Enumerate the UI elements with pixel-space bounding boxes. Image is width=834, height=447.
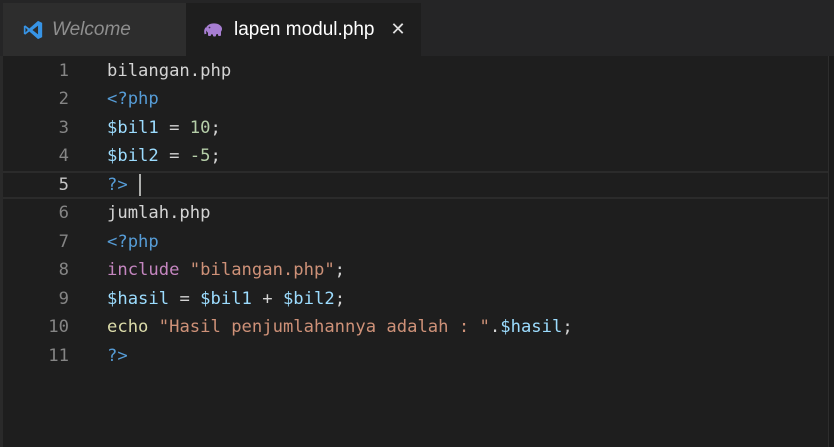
code-token: -5 bbox=[189, 146, 211, 166]
code-token: ; bbox=[210, 146, 221, 166]
line-code: ?> bbox=[107, 173, 141, 198]
code-line[interactable]: 10 echo "Hasil penjumlahannya adalah : ".… bbox=[3, 313, 829, 342]
vertical-scrollbar[interactable] bbox=[828, 56, 834, 447]
code-token: include bbox=[107, 260, 180, 280]
code-token: ; bbox=[334, 260, 346, 280]
line-number: 2 bbox=[58, 89, 69, 109]
vscode-logo-icon bbox=[22, 19, 44, 41]
code-token: = bbox=[169, 288, 201, 309]
code-token: $bil1 bbox=[107, 117, 159, 138]
code-line[interactable]: 9 $hasil = $bil1 + $bil2; bbox=[3, 285, 829, 314]
tab-lapen-modul-php[interactable]: lapen modul.php ✕ bbox=[186, 3, 421, 56]
code-editor[interactable]: 1 bilangan.php 2 <?php 3 $bil1 = 10; 4 $bil2 = … bbox=[3, 56, 829, 447]
code-token: "Hasil penjumlahannya adalah : " bbox=[158, 317, 490, 337]
code-line[interactable]: 7 <?php bbox=[3, 228, 829, 257]
code-token: bilangan.php bbox=[107, 60, 232, 81]
code-line[interactable]: 5 ?> bbox=[3, 170, 829, 199]
code-token: jumlah.php bbox=[107, 203, 211, 223]
tab-welcome[interactable]: Welcome bbox=[3, 3, 186, 56]
code-line[interactable]: 3 $bil1 = 10; bbox=[3, 114, 829, 143]
code-token: $hasil bbox=[500, 317, 563, 337]
code-line[interactable]: 11 ?> bbox=[3, 342, 829, 371]
line-number: 6 bbox=[58, 203, 69, 223]
line-number: 1 bbox=[58, 60, 69, 81]
code-token: ?> bbox=[107, 345, 128, 366]
line-code: jumlah.php bbox=[107, 199, 210, 228]
code-token: ?> bbox=[107, 174, 128, 195]
tab-active-label: lapen modul.php bbox=[234, 18, 375, 40]
line-number: 11 bbox=[48, 345, 69, 366]
code-token: 10 bbox=[189, 117, 211, 138]
code-line[interactable]: 2 <?php bbox=[3, 85, 829, 114]
php-elephant-icon bbox=[204, 22, 224, 38]
tab-bar: Welcome lapen modul.php ✕ bbox=[0, 0, 834, 56]
text-cursor bbox=[138, 173, 141, 196]
line-code: $hasil = $bil1 + $bil2; bbox=[107, 285, 345, 314]
code-token: = bbox=[158, 117, 190, 138]
code-line[interactable]: 1 bilangan.php bbox=[3, 57, 829, 86]
code-token: = bbox=[158, 146, 190, 166]
code-token: + bbox=[251, 288, 283, 309]
line-number: 10 bbox=[48, 317, 69, 337]
code-token: <?php bbox=[107, 231, 159, 252]
line-code: echo "Hasil penjumlahannya adalah : ".$h… bbox=[107, 313, 573, 342]
line-number: 7 bbox=[58, 231, 69, 252]
code-token: $bil2 bbox=[282, 288, 335, 309]
line-number: 5 bbox=[58, 174, 69, 195]
line-number: 8 bbox=[58, 260, 69, 280]
line-code: <?php bbox=[107, 228, 159, 257]
code-token: . bbox=[489, 317, 501, 337]
code-token: ; bbox=[210, 117, 221, 138]
code-line[interactable]: 8 include "bilangan.php"; bbox=[3, 256, 829, 285]
code-token: $bil1 bbox=[200, 288, 252, 309]
code-token: $hasil bbox=[107, 288, 170, 309]
line-code: $bil1 = 10; bbox=[107, 114, 221, 143]
tab-welcome-label: Welcome bbox=[52, 18, 131, 40]
code-line[interactable]: 6 jumlah.php bbox=[3, 199, 829, 228]
code-token: ; bbox=[334, 288, 346, 309]
line-code: bilangan.php bbox=[107, 57, 231, 86]
line-code: include "bilangan.php"; bbox=[107, 256, 345, 285]
line-code: $bil2 = -5; bbox=[107, 142, 221, 171]
close-icon[interactable]: ✕ bbox=[391, 19, 406, 40]
line-code: ?> bbox=[107, 342, 128, 371]
line-number: 3 bbox=[58, 117, 69, 138]
editor-window: Welcome lapen modul.php ✕ 1 bilangan.php 2… bbox=[0, 0, 834, 447]
code-line[interactable]: 4 $bil2 = -5; bbox=[3, 142, 829, 171]
line-number: 9 bbox=[58, 288, 69, 309]
line-code: <?php bbox=[107, 85, 159, 114]
code-token: echo bbox=[107, 317, 149, 337]
code-token: <?php bbox=[107, 89, 159, 109]
code-token: $bil2 bbox=[107, 146, 159, 166]
line-number: 4 bbox=[58, 146, 69, 166]
code-token: ; bbox=[562, 317, 573, 337]
code-token: "bilangan.php" bbox=[189, 260, 335, 280]
